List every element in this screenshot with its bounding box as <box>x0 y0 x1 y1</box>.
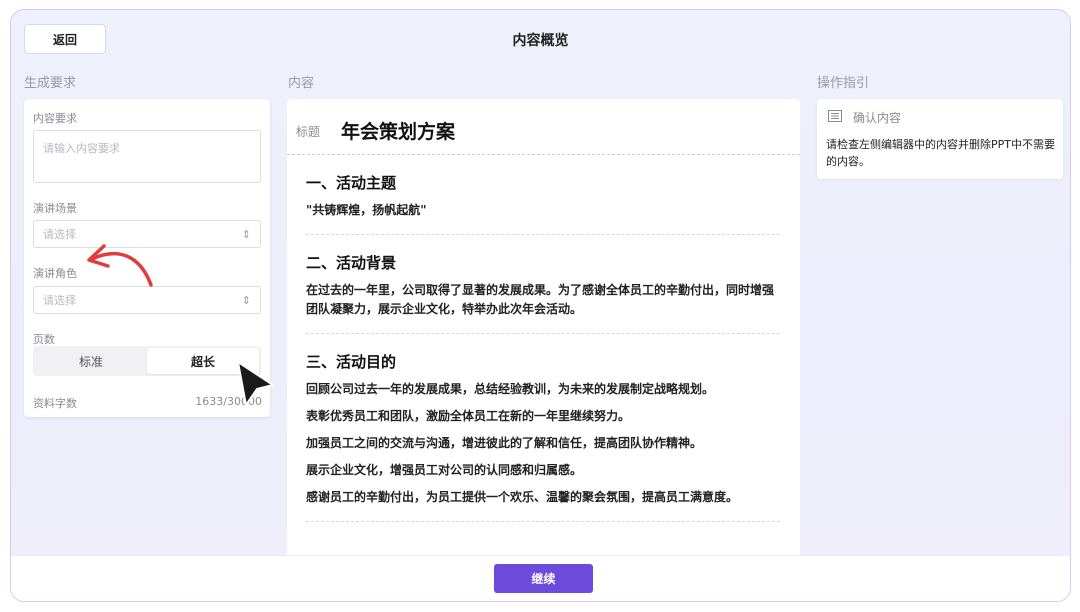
content-requirement-input[interactable]: 请输入内容要求 <box>33 130 261 183</box>
section-paragraph[interactable]: 回顾公司过去一年的发展成果，总结经验教训，为未来的发展制定战略规划。 <box>306 380 780 399</box>
content-requirement-label: 内容要求 <box>33 112 77 125</box>
requirements-panel: 内容要求 请输入内容要求 演讲场景 请选择 ⇕ 演讲角色 请选择 ⇕ 页数 标准… <box>24 99 270 417</box>
bottom-bar: 继续 <box>11 555 1070 601</box>
section-heading: 二、活动背景 <box>306 254 397 272</box>
content-section: 三、活动目的 回顾公司过去一年的发展成果，总结经验教训，为未来的发展制定战略规划… <box>306 334 780 522</box>
role-select-value: 请选择 <box>43 294 76 307</box>
scene-select-value: 请选择 <box>43 228 76 241</box>
section-paragraph[interactable]: 展示企业文化，增强员工对公司的认同感和归属感。 <box>306 461 780 480</box>
continue-button[interactable]: 继续 <box>494 564 593 593</box>
scene-label: 演讲场景 <box>33 202 77 215</box>
page-title: 内容概览 <box>512 33 569 49</box>
guide-card: 确认内容 请检查左侧编辑器中的内容并删除PPT中不需要的内容。 <box>817 99 1063 179</box>
role-label: 演讲角色 <box>33 267 77 280</box>
chevron-updown-icon: ⇕ <box>241 227 251 241</box>
pages-segmented-control: 标准 超长 <box>33 346 261 376</box>
guide-section-label: 操作指引 <box>817 76 870 91</box>
section-paragraph[interactable]: 表彰优秀员工和团队，激励全体员工在新的一年里继续努力。 <box>306 407 780 426</box>
section-paragraph[interactable]: 感谢员工的辛勤付出，为员工提供一个欢乐、温馨的聚会氛围，提高员工满意度。 <box>306 488 780 507</box>
guide-title: 确认内容 <box>853 111 902 125</box>
content-editor[interactable]: 标题 年会策划方案 一、活动主题 "共铸辉煌，扬帆起航" 二、活动背景 在过去的… <box>287 99 800 599</box>
app-window: 返回 内容概览 生成要求 内容 操作指引 内容要求 请输入内容要求 演讲场景 请… <box>10 9 1071 602</box>
pages-option-standard[interactable]: 标准 <box>35 348 147 374</box>
content-body: 一、活动主题 "共铸辉煌，扬帆起航" 二、活动背景 在过去的一年里，公司取得了显… <box>306 155 780 522</box>
document-title[interactable]: 年会策划方案 <box>341 117 455 144</box>
chevron-updown-icon: ⇕ <box>241 293 251 307</box>
section-paragraph[interactable]: "共铸辉煌，扬帆起航" <box>306 201 780 220</box>
requirements-section-label: 生成要求 <box>24 76 77 91</box>
content-section: 二、活动背景 在过去的一年里，公司取得了显著的发展成果。为了感谢全体员工的辛勤付… <box>306 235 780 334</box>
pages-option-extra-long[interactable]: 超长 <box>147 348 259 374</box>
guide-text: 请检查左侧编辑器中的内容并删除PPT中不需要的内容。 <box>826 138 1055 168</box>
pages-label: 页数 <box>33 333 55 346</box>
section-paragraph[interactable]: 在过去的一年里，公司取得了显著的发展成果。为了感谢全体员工的辛勤付出，同时增强团… <box>306 281 780 319</box>
wordcount-value: 1633/30000 <box>195 395 262 408</box>
content-section: 一、活动主题 "共铸辉煌，扬帆起航" <box>306 155 780 235</box>
scene-select[interactable]: 请选择 ⇕ <box>33 220 261 248</box>
title-row: 标题 年会策划方案 <box>287 99 800 155</box>
top-bar: 返回 内容概览 <box>11 10 1070 70</box>
section-heading: 一、活动主题 <box>306 174 397 192</box>
wordcount-label: 资料字数 <box>33 397 77 410</box>
content-section-label: 内容 <box>288 76 315 91</box>
role-select[interactable]: 请选择 ⇕ <box>33 286 261 314</box>
section-heading: 三、活动目的 <box>306 353 397 371</box>
document-lines-icon <box>828 110 842 122</box>
title-tag: 标题 <box>296 125 321 139</box>
section-paragraph[interactable]: 加强员工之间的交流与沟通，增进彼此的了解和信任，提高团队协作精神。 <box>306 434 780 453</box>
